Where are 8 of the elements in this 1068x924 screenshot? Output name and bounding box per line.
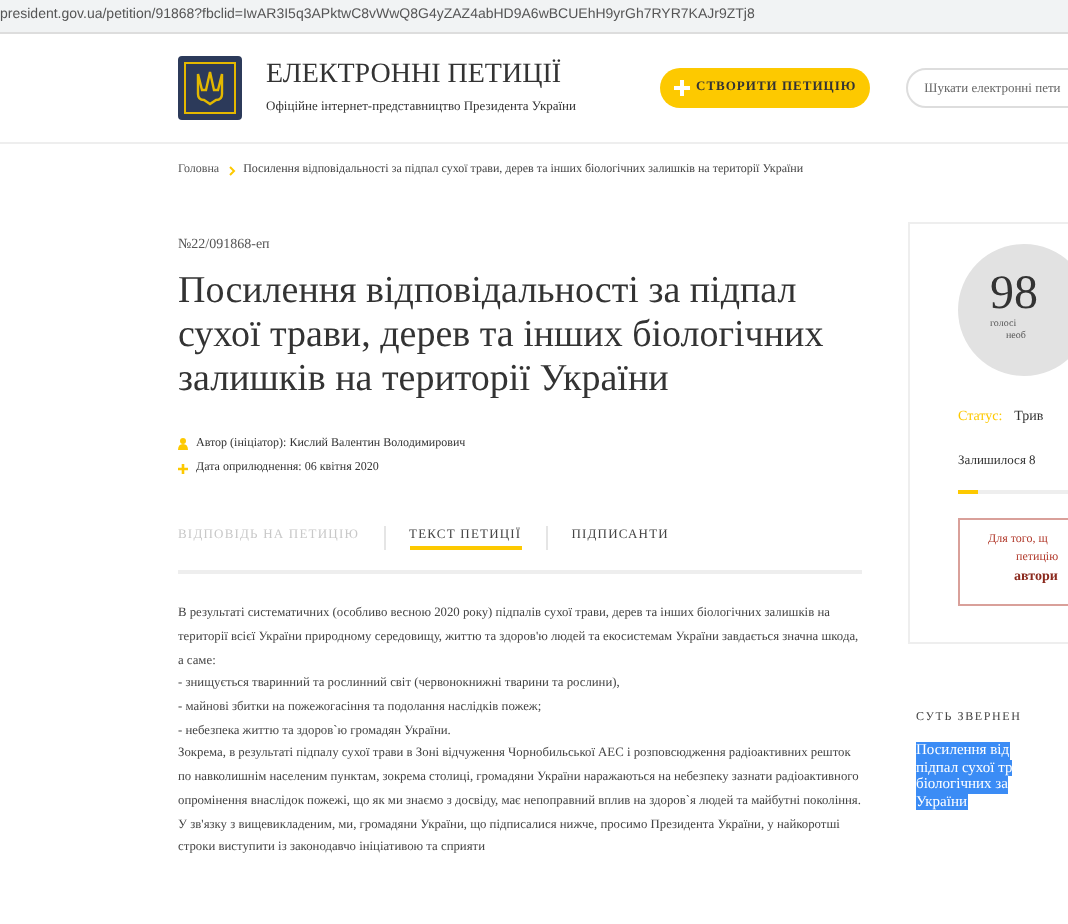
plus-icon (178, 463, 188, 473)
person-icon (178, 438, 188, 450)
plus-icon (674, 80, 691, 96)
chevron-right-icon (227, 166, 236, 176)
petition-title: Посилення відповідальності за підпал сухої трави, дерев та інших біологічних залишків на території України (178, 269, 826, 401)
site-title: ЕЛЕКТРОННІ ПЕТИЦІЇ (266, 59, 564, 92)
vote-count: 98 (990, 268, 1038, 320)
coat-of-arms-logo (178, 56, 242, 120)
